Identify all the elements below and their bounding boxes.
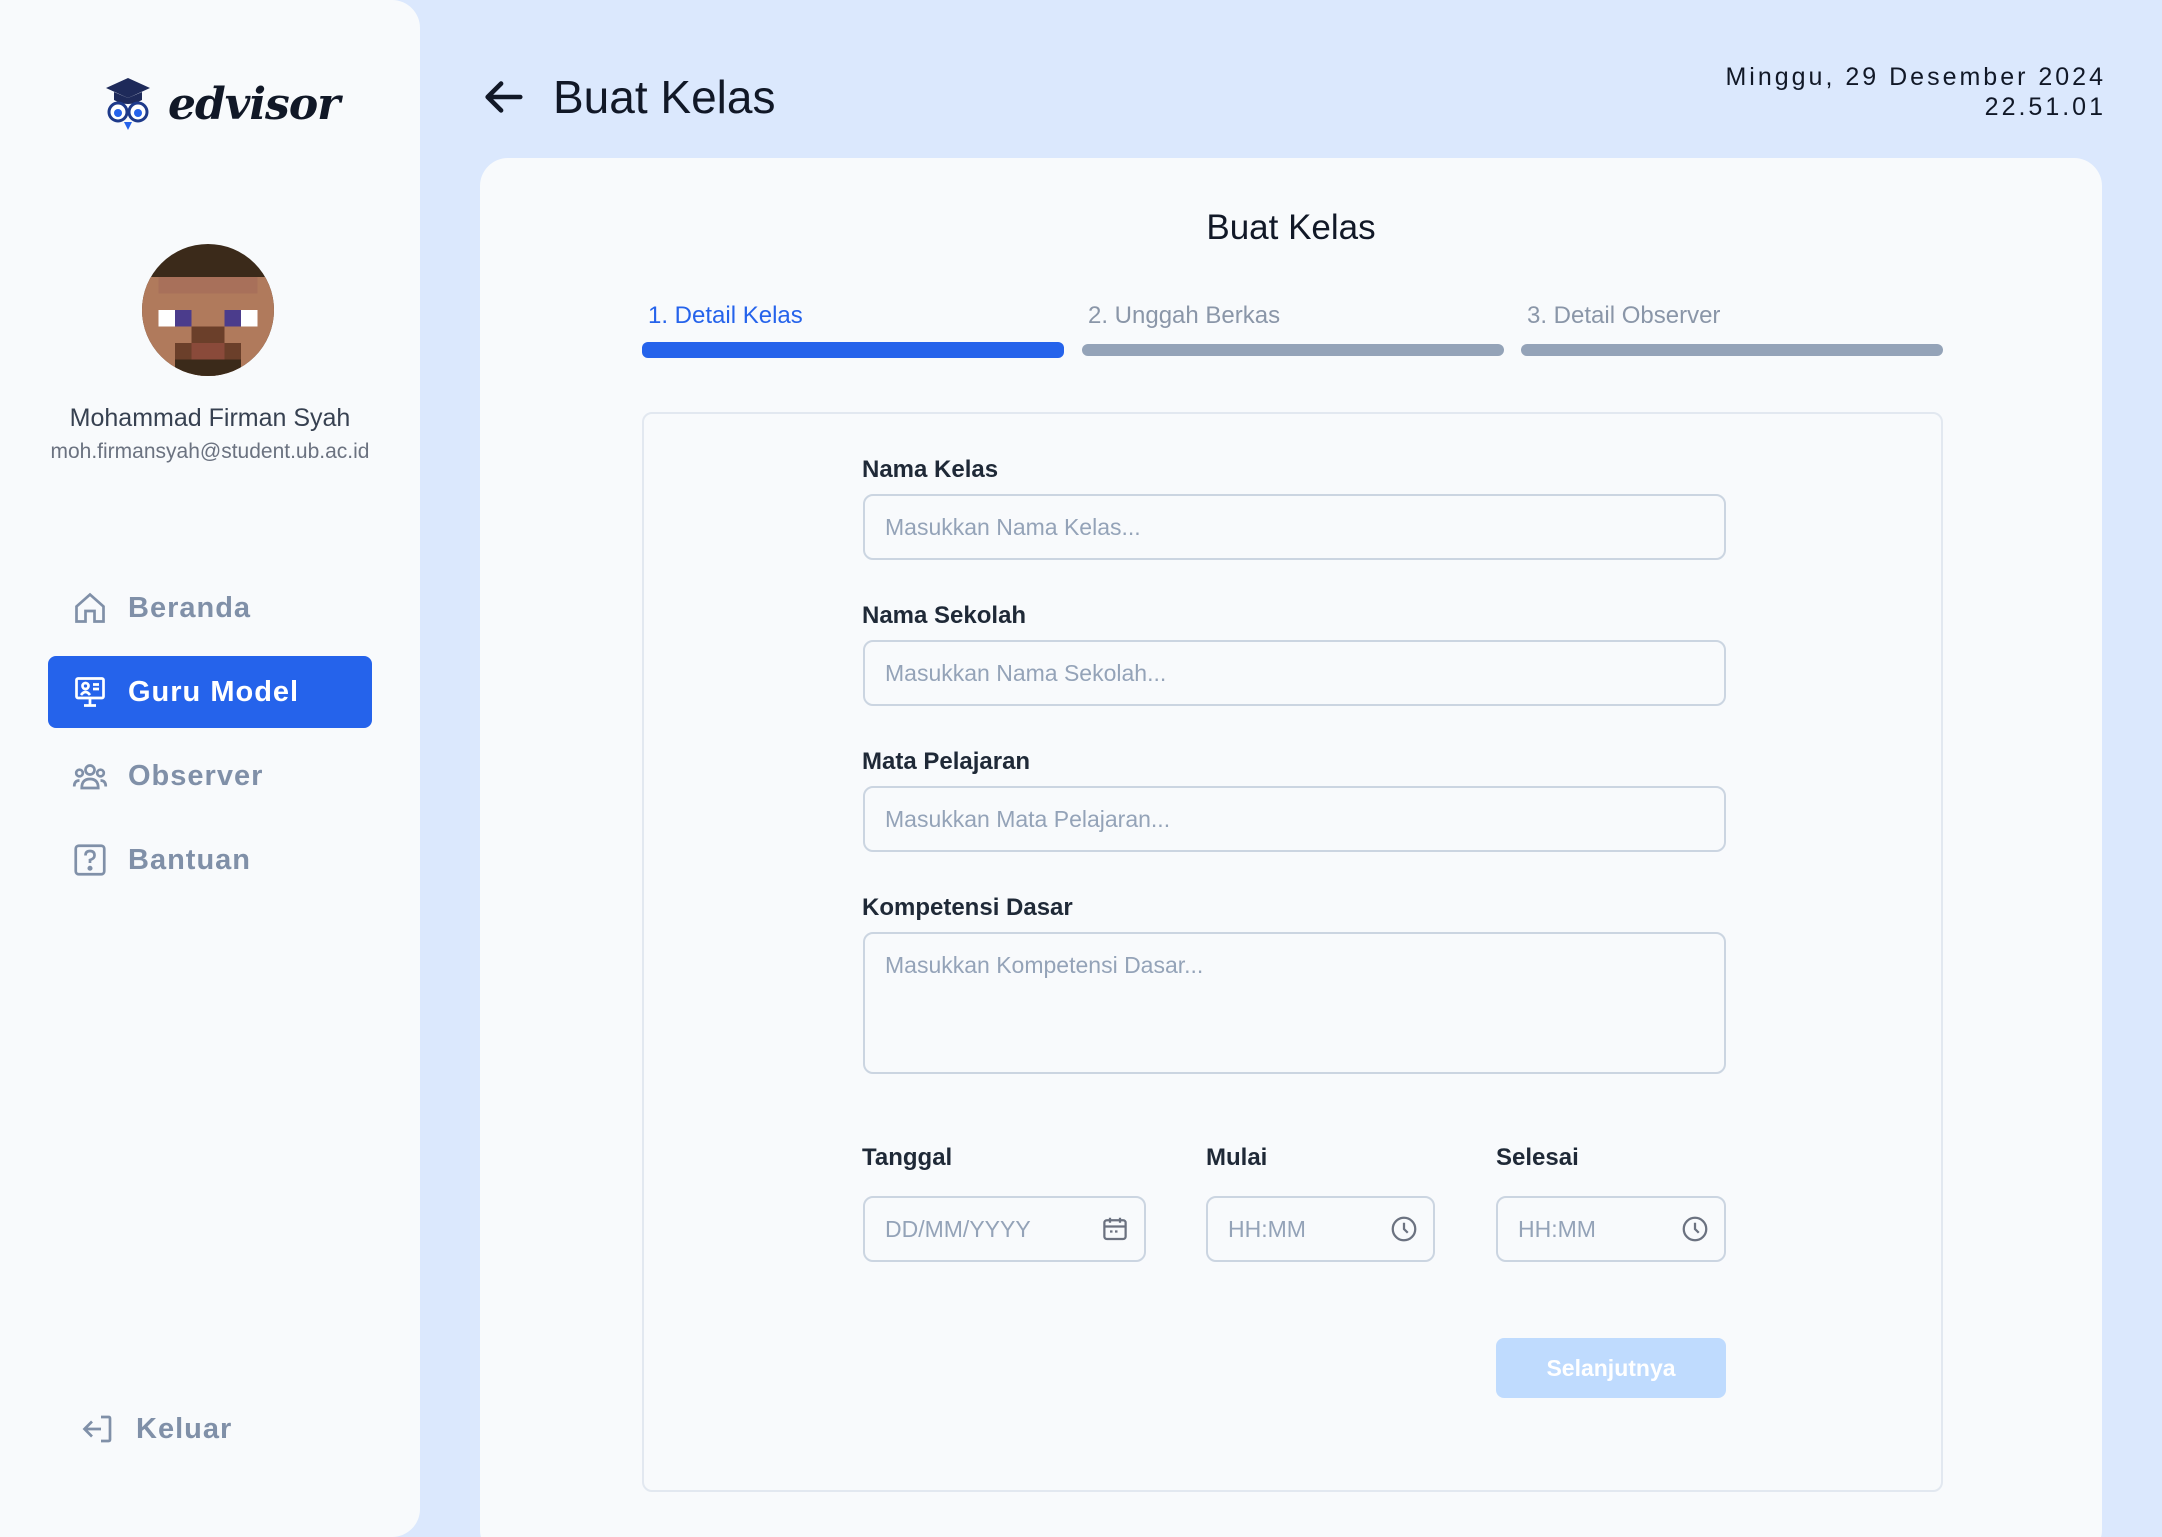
logout-icon	[82, 1415, 112, 1443]
logout-button[interactable]: Keluar	[56, 1393, 316, 1465]
user-email: moh.firmansyah@student.ub.ac.id	[50, 440, 370, 463]
tanggal-placeholder: DD/MM/YYYY	[885, 1215, 1031, 1242]
step-detail-observer[interactable]: 3. Detail Observer	[1521, 302, 1943, 356]
current-time: 22.51.01	[1984, 93, 2106, 121]
form-container: Nama Kelas Masukkan Nama Kelas... Nama S…	[642, 412, 1943, 1492]
sidebar-item-label: Guru Model	[128, 675, 300, 708]
clock-icon[interactable]	[1389, 1214, 1419, 1244]
sidebar-item-label: Bantuan	[128, 843, 251, 876]
step-progress-bar	[1521, 344, 1943, 356]
nama-sekolah-input[interactable]: Masukkan Nama Sekolah...	[863, 640, 1726, 706]
sidebar-item-observer[interactable]: Observer	[48, 740, 372, 812]
mata-pelajaran-label: Mata Pelajaran	[862, 748, 1031, 775]
step-unggah-berkas[interactable]: 2. Unggah Berkas	[1082, 302, 1504, 356]
sidebar-item-bantuan[interactable]: Bantuan	[48, 824, 372, 896]
selesai-input[interactable]: HH:MM	[1496, 1196, 1726, 1262]
selesai-label: Selesai	[1496, 1144, 1579, 1171]
mulai-input[interactable]: HH:MM	[1206, 1196, 1435, 1262]
sidebar: edvisor Mohammad Firman Syah moh.firmans…	[0, 0, 420, 1537]
main-card: Buat Kelas 1. Detail Kelas 2. Unggah Ber…	[480, 158, 2102, 1537]
sidebar-item-beranda[interactable]: Beranda	[48, 572, 372, 644]
nama-sekolah-label: Nama Sekolah	[862, 602, 1027, 629]
logo[interactable]: edvisor	[104, 76, 340, 132]
sidebar-item-label: Observer	[128, 759, 264, 792]
kompetensi-dasar-placeholder: Masukkan Kompetensi Dasar...	[885, 952, 1204, 978]
next-button[interactable]: Selanjutnya	[1496, 1338, 1726, 1398]
owl-graduate-icon	[106, 78, 150, 130]
help-icon	[74, 844, 106, 876]
home-icon	[75, 592, 105, 623]
card-title: Buat Kelas	[1206, 208, 1376, 247]
avatar	[142, 244, 274, 376]
tanggal-label: Tanggal	[862, 1144, 953, 1171]
nama-kelas-input[interactable]: Masukkan Nama Kelas...	[863, 494, 1726, 560]
calendar-icon[interactable]	[1100, 1214, 1130, 1244]
sidebar-item-label: Beranda	[128, 591, 252, 624]
mata-pelajaran-input[interactable]: Masukkan Mata Pelajaran...	[863, 786, 1726, 852]
step-detail-kelas[interactable]: 1. Detail Kelas	[642, 302, 1064, 358]
step-label: 3. Detail Observer	[1527, 302, 1721, 329]
step-label: 1. Detail Kelas	[648, 302, 803, 329]
logo-text: edvisor	[168, 78, 340, 130]
presentation-icon	[75, 677, 105, 707]
back-arrow-icon[interactable]	[480, 74, 526, 120]
kompetensi-dasar-label: Kompetensi Dasar	[862, 894, 1073, 921]
step-label: 2. Unggah Berkas	[1088, 302, 1281, 329]
step-progress-bar	[642, 342, 1064, 358]
sidebar-item-guru-model[interactable]: Guru Model	[48, 656, 372, 728]
mata-pelajaran-placeholder: Masukkan Mata Pelajaran...	[885, 805, 1171, 832]
logout-label: Keluar	[136, 1412, 233, 1445]
nama-kelas-placeholder: Masukkan Nama Kelas...	[885, 513, 1141, 540]
step-progress-bar	[1082, 344, 1504, 356]
nama-sekolah-placeholder: Masukkan Nama Sekolah...	[885, 659, 1167, 686]
mulai-label: Mulai	[1206, 1144, 1268, 1171]
mulai-placeholder: HH:MM	[1228, 1215, 1306, 1242]
current-date: Minggu, 29 Desember 2024	[1725, 63, 2106, 91]
users-icon	[72, 764, 108, 790]
datetime: Minggu, 29 Desember 2024 22.51.01	[1725, 62, 2106, 122]
nama-kelas-label: Nama Kelas	[862, 456, 999, 483]
tanggal-input[interactable]: DD/MM/YYYY	[863, 1196, 1146, 1262]
user-name: Mohammad Firman Syah	[69, 404, 351, 432]
page-title: Buat Kelas	[553, 71, 776, 123]
kompetensi-dasar-textarea[interactable]: Masukkan Kompetensi Dasar...	[863, 932, 1726, 1074]
clock-icon[interactable]	[1680, 1214, 1710, 1244]
selesai-placeholder: HH:MM	[1518, 1215, 1596, 1242]
